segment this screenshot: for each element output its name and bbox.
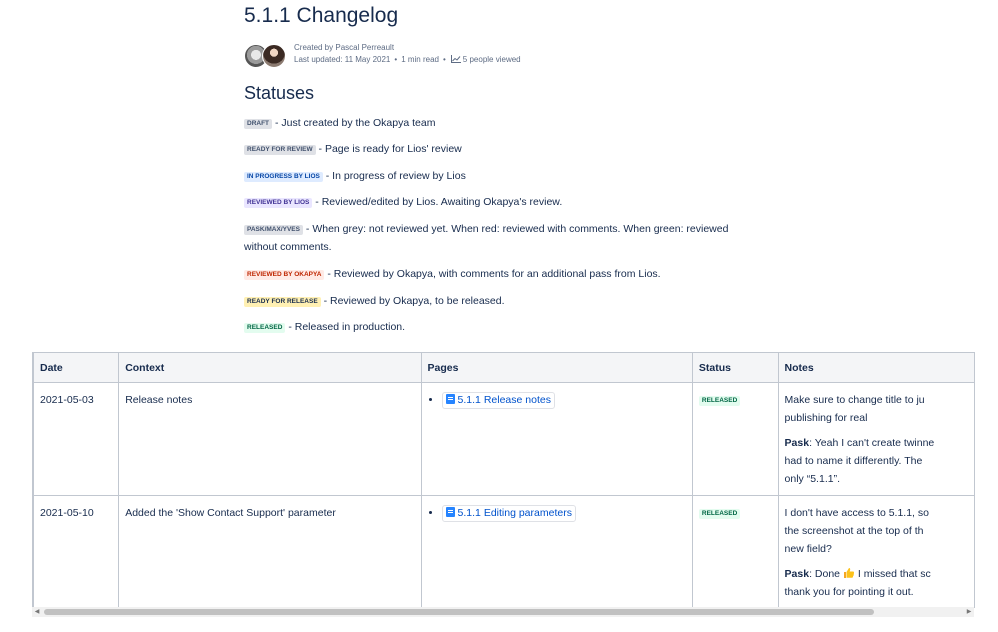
status-legend-item: READY FOR REVIEW - Page is ready for Lio… xyxy=(244,140,754,158)
pages-cell: 5.1.1 Editing parameters xyxy=(420,495,693,608)
read-time-text: 1 min read xyxy=(401,55,439,64)
notes-cell: Make sure to change title to ju publishin… xyxy=(777,382,975,496)
status-cell: RELEASED xyxy=(691,382,779,496)
page-link-editing-parameters[interactable]: 5.1.1 Editing parameters xyxy=(441,505,576,522)
status-lozenge-released: RELEASED xyxy=(698,396,741,406)
status-description: - Reviewed by Okapya, to be released. xyxy=(320,295,505,307)
analytics-icon xyxy=(450,55,461,63)
status-lozenge: IN PROGRESS BY LIOS xyxy=(244,172,323,182)
scrollbar-thumb[interactable] xyxy=(44,609,874,615)
status-description: - Just created by the Okapya team xyxy=(272,117,436,129)
note-reply: Pask: Done I missed that sc thank you for… xyxy=(784,568,931,598)
status-legend-item: READY FOR RELEASE - Reviewed by Okapya, … xyxy=(244,292,754,310)
column-header-status: Status xyxy=(691,352,779,383)
scroll-right-arrow-icon[interactable]: ▶ xyxy=(964,607,974,617)
changelog-table-container[interactable]: Date Context Pages Status Notes 2021-05-… xyxy=(32,352,975,608)
status-lozenge: PASK/MAX/YVES xyxy=(244,225,303,235)
page-link-release-notes[interactable]: 5.1.1 Release notes xyxy=(441,392,555,409)
date-cell: 2021-05-10 xyxy=(33,495,120,608)
thumbs-up-icon xyxy=(843,568,854,578)
avatar[interactable] xyxy=(262,44,286,68)
statuses-heading: Statuses xyxy=(244,83,315,103)
date-cell: 2021-05-03 xyxy=(33,382,120,496)
horizontal-scrollbar[interactable]: ◀ ▶ xyxy=(32,607,974,617)
note-author: Pask xyxy=(784,568,810,580)
context-cell: Added the 'Show Contact Support' paramet… xyxy=(118,495,422,608)
note-author: Pask xyxy=(784,437,810,449)
status-cell: RELEASED xyxy=(691,495,779,608)
status-description: - Reviewed/edited by Lios. Awaiting Okap… xyxy=(312,196,563,208)
note-reply: Pask: Yeah I can't create twinne had to n… xyxy=(784,437,935,485)
context-cell: Release notes xyxy=(118,382,422,496)
page-icon xyxy=(445,394,455,404)
status-description: - When grey: not reviewed yet. When red:… xyxy=(244,223,729,253)
status-legend-item: REVIEWED BY OKAPYA - Reviewed by Okapya,… xyxy=(244,265,754,283)
created-by-text: Created by Pascal Perreault xyxy=(294,43,395,52)
status-lozenge: READY FOR RELEASE xyxy=(244,297,321,307)
status-description: - Released in production. xyxy=(285,321,406,333)
status-legend-item: DRAFT - Just created by the Okapya team xyxy=(244,114,754,132)
status-legend-item: IN PROGRESS BY LIOS - In progress of rev… xyxy=(244,167,754,185)
last-updated-link[interactable]: Last updated: 11 May 2021 xyxy=(294,55,390,64)
status-description: - Reviewed by Okapya, with comments for … xyxy=(324,268,661,280)
note-text: Make sure to change title to ju publishin… xyxy=(784,394,925,424)
table-header-row: Date Context Pages Status Notes xyxy=(33,352,975,383)
notes-cell: I don't have access to 5.1.1, so the scre… xyxy=(777,495,975,608)
page-byline: Created by Pascal Perreault Last updated… xyxy=(244,42,644,70)
status-legend-item: RELEASED - Released in production. xyxy=(244,318,754,336)
page-views-link[interactable]: 5 people viewed xyxy=(463,55,521,64)
column-header-notes: Notes xyxy=(777,352,975,383)
note-text: I don't have access to 5.1.1, so the scre… xyxy=(784,507,929,555)
scroll-left-arrow-icon[interactable]: ◀ xyxy=(32,607,42,617)
column-header-date: Date xyxy=(33,352,120,383)
table-row: 2021-05-10 Added the 'Show Contact Suppo… xyxy=(33,495,975,608)
status-legend-item: REVIEWED BY LIOS - Reviewed/edited by Li… xyxy=(244,193,754,211)
column-header-pages: Pages xyxy=(420,352,693,383)
status-description: - In progress of review by Lios xyxy=(322,170,466,182)
pages-cell: 5.1.1 Release notes xyxy=(420,382,693,496)
page-link-label: 5.1.1 Editing parameters xyxy=(457,507,572,519)
status-lozenge: READY FOR REVIEW xyxy=(244,145,316,155)
status-lozenge-released: RELEASED xyxy=(698,509,741,519)
status-legend-item: PASK/MAX/YVES - When grey: not reviewed … xyxy=(244,220,754,256)
column-header-context: Context xyxy=(118,352,422,383)
changelog-table: Date Context Pages Status Notes 2021-05-… xyxy=(33,352,975,608)
page-title: 5.1.1 Changelog xyxy=(244,4,399,27)
status-lozenge: RELEASED xyxy=(244,323,286,333)
status-lozenge: REVIEWED BY OKAPYA xyxy=(244,270,325,280)
status-lozenge: REVIEWED BY LIOS xyxy=(244,198,313,208)
status-lozenge: DRAFT xyxy=(244,119,273,129)
table-row: 2021-05-03 Release notes 5.1.1 Release n… xyxy=(33,382,975,496)
page-icon xyxy=(445,507,455,517)
page-link-label: 5.1.1 Release notes xyxy=(457,394,551,406)
status-description: - Page is ready for Lios' review xyxy=(315,143,462,155)
